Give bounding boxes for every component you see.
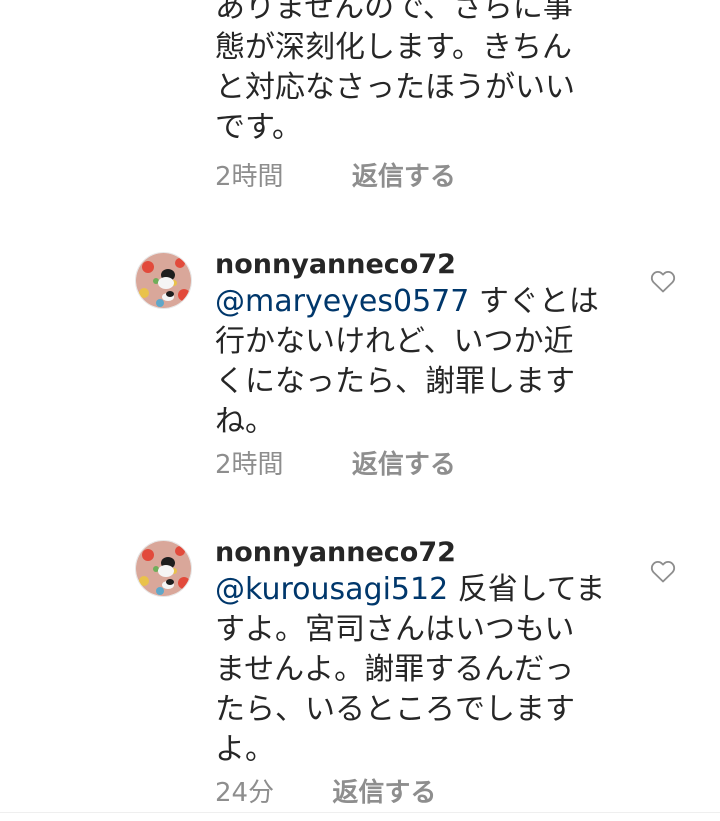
comment-meta: 24分 返信する (215, 778, 436, 808)
comment-timestamp: 2時間 (215, 162, 284, 192)
mention-link[interactable]: @maryeyes0577 (215, 284, 469, 319)
mention-link[interactable]: @kurousagi512 (215, 572, 448, 607)
reply-button[interactable]: 返信する (352, 450, 456, 480)
like-button[interactable] (650, 560, 676, 584)
heart-outline-icon (650, 271, 676, 293)
avatar[interactable] (135, 252, 192, 309)
comment-body: nonnyanneco72 @kurousagi512 反省してま すよ。宮司さ… (215, 536, 615, 770)
comment-username[interactable]: nonnyanneco72 (215, 536, 615, 570)
comment-body: ありませんので、さらに事 態が深刻化します。きちん と対応なさったほうがいい で… (215, 0, 615, 148)
divider (0, 812, 720, 813)
comment-meta: 2時間 返信する (215, 450, 456, 480)
comment-meta: 2時間 返信する (215, 162, 456, 192)
comment-timestamp: 2時間 (215, 450, 284, 480)
comment-username[interactable]: nonnyanneco72 (215, 248, 615, 282)
reply-button[interactable]: 返信する (352, 162, 456, 192)
comment-text: @maryeyes0577 すぐとは 行かないけれど、いつか近 くになったら、謝… (215, 284, 599, 439)
comment-timestamp: 24分 (215, 778, 275, 808)
comment-body: nonnyanneco72 @maryeyes0577 すぐとは 行かないけれど… (215, 248, 615, 442)
comment-text: ありませんので、さらに事 態が深刻化します。きちん と対応なさったほうがいい で… (215, 0, 575, 145)
heart-outline-icon (650, 561, 676, 583)
reply-button[interactable]: 返信する (332, 778, 436, 808)
comment-text: @kurousagi512 反省してま すよ。宮司さんはいつもい ませんよ。謝罪… (215, 572, 606, 767)
comments-screen: ありませんので、さらに事 態が深刻化します。きちん と対応なさったほうがいい で… (0, 0, 720, 821)
like-button[interactable] (650, 270, 676, 294)
avatar[interactable] (135, 540, 192, 597)
